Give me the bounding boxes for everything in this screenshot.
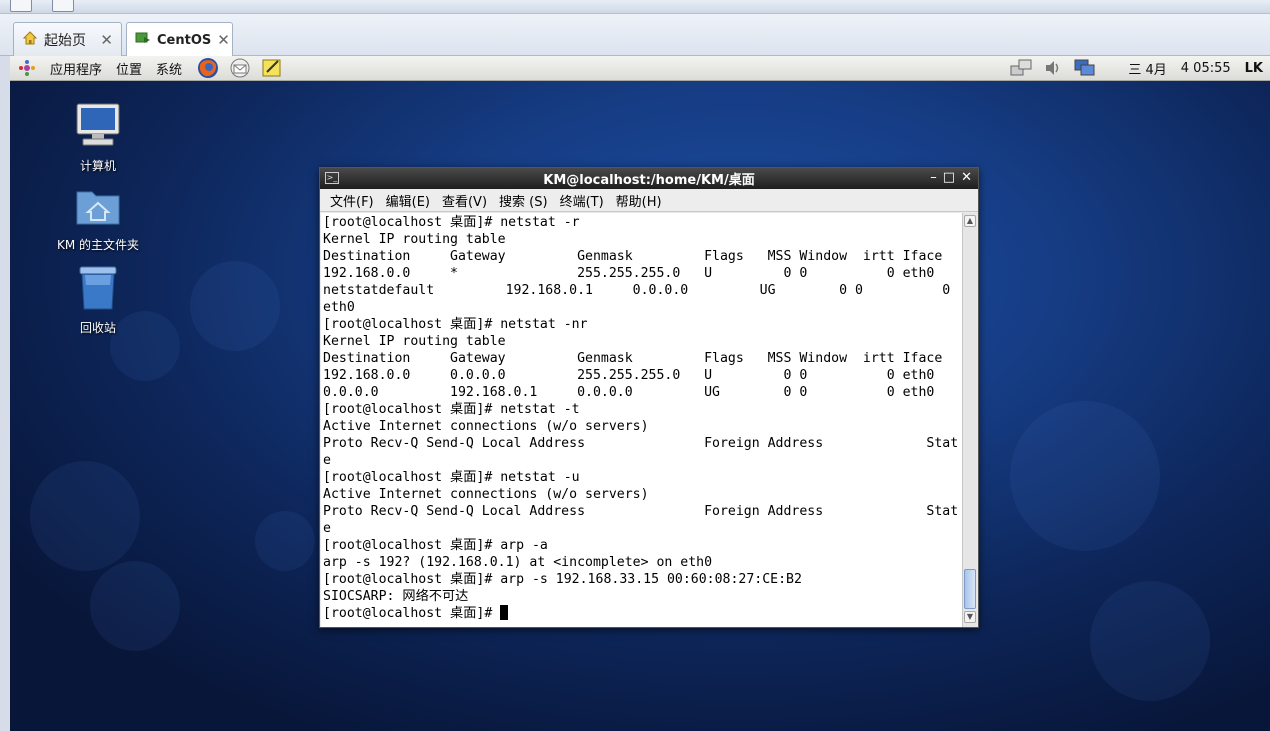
display-icon[interactable] <box>1074 57 1096 79</box>
close-icon[interactable]: ✕ <box>217 31 230 49</box>
scrollbar-thumb[interactable] <box>964 569 976 609</box>
user-menu[interactable]: LK <box>1238 61 1270 76</box>
close-icon[interactable]: ✕ <box>100 31 113 49</box>
minimize-button[interactable]: – <box>930 170 937 185</box>
terminal-line: e <box>323 453 331 468</box>
background-decoration <box>30 461 140 571</box>
menu-system[interactable]: 系统 <box>149 59 189 78</box>
computer-icon <box>74 101 122 153</box>
menu-view[interactable]: 查看(V) <box>436 191 493 210</box>
terminal-line: [root@localhost 桌面]# netstat -r <box>323 215 580 230</box>
terminal-line: 192.168.0.0 * 255.255.255.0 U 0 0 0 eth0 <box>323 266 935 281</box>
tab-label: 起始页 <box>44 32 86 49</box>
terminal-line: [root@localhost 桌面]# netstat -t <box>323 402 580 417</box>
clock-time[interactable]: 4 05:55 <box>1174 61 1238 76</box>
network-status-icon[interactable] <box>1010 57 1032 79</box>
terminal-menubar: 文件(F) 编辑(E) 查看(V) 搜索 (S) 终端(T) 帮助(H) <box>320 189 978 212</box>
terminal-prompt: [root@localhost 桌面]# <box>323 606 501 621</box>
terminal-line: Destination Gateway Genmask Flags MSS Wi… <box>323 351 943 366</box>
terminal-line: Proto Recv-Q Send-Q Local Address Foreig… <box>323 504 959 519</box>
vm-icon <box>135 30 151 50</box>
terminal-line: arp -s 192? (192.168.0.1) at <incomplete… <box>323 555 713 570</box>
scroll-up-arrow-icon[interactable]: ▲ <box>964 215 976 227</box>
terminal-line: SIOCSARP: 网络不可达 <box>323 589 469 604</box>
terminal-scrollbar[interactable]: ▲ ▼ <box>962 213 977 627</box>
desktop-icon-computer[interactable]: 计算机 <box>48 101 148 174</box>
desktop-icon-label: 计算机 <box>79 159 116 173</box>
tab-home[interactable]: 起始页 ✕ <box>13 22 122 56</box>
background-decoration <box>190 261 280 351</box>
terminal-line: Kernel IP routing table <box>323 334 506 349</box>
terminal-line: eth0 <box>323 300 355 315</box>
gnome-panel: 应用程序 位置 系统 三 4月 4 05:55 LK <box>10 56 1270 81</box>
note-icon[interactable] <box>261 57 283 79</box>
maximize-button[interactable]: □ <box>943 170 955 185</box>
terminal-prompt-line[interactable]: [root@localhost 桌面]# <box>323 605 965 622</box>
terminal-line: Active Internet connections (w/o servers… <box>323 487 649 502</box>
menu-places[interactable]: 位置 <box>109 59 149 78</box>
menu-edit[interactable]: 编辑(E) <box>380 191 436 210</box>
home-folder-icon <box>74 184 122 232</box>
gnome-foot-icon[interactable] <box>16 57 38 79</box>
terminal-line: 0.0.0.0 192.168.0.1 0.0.0.0 UG 0 0 0 eth… <box>323 385 935 400</box>
terminal-cursor <box>500 605 509 620</box>
terminal-output[interactable]: [root@localhost 桌面]# netstat -r Kernel I… <box>321 213 965 627</box>
home-icon <box>22 30 38 50</box>
desktop-icon-trash[interactable]: 回收站 <box>48 265 148 336</box>
mail-icon[interactable] <box>229 57 251 79</box>
host-toolbar <box>0 0 1270 14</box>
desktop-icon-home[interactable]: KM 的主文件夹 <box>48 184 148 253</box>
terminal-window[interactable]: >_ KM@localhost:/home/KM/桌面 – □ ✕ 文件(F) … <box>319 167 979 628</box>
menu-file[interactable]: 文件(F) <box>324 191 380 210</box>
menu-terminal[interactable]: 终端(T) <box>554 191 610 210</box>
terminal-line: [root@localhost 桌面]# arp -a <box>323 538 548 553</box>
terminal-titlebar[interactable]: >_ KM@localhost:/home/KM/桌面 – □ ✕ <box>320 168 978 189</box>
trash-icon <box>76 265 120 315</box>
firefox-icon[interactable] <box>197 57 219 79</box>
terminal-title: KM@localhost:/home/KM/桌面 <box>543 173 755 188</box>
close-button[interactable]: ✕ <box>961 170 972 185</box>
background-decoration <box>90 561 180 651</box>
terminal-line: e <box>323 521 331 536</box>
background-decoration <box>1010 401 1160 551</box>
desktop-icon-label: KM 的主文件夹 <box>56 238 140 252</box>
vm-tab-bar: 起始页 ✕ CentOS ✕ <box>0 14 1270 57</box>
terminal-line: Kernel IP routing table <box>323 232 506 247</box>
terminal-line: netstatdefault 192.168.0.1 0.0.0.0 UG 0 … <box>323 283 951 298</box>
terminal-line: [root@localhost 桌面]# netstat -nr <box>323 317 588 332</box>
tab-label: CentOS <box>157 32 212 48</box>
menu-applications[interactable]: 应用程序 <box>43 59 109 78</box>
terminal-line: 192.168.0.0 0.0.0.0 255.255.255.0 U 0 0 … <box>323 368 935 383</box>
terminal-line: Proto Recv-Q Send-Q Local Address Foreig… <box>323 436 959 451</box>
clock-weekday[interactable]: 三 4月 <box>1121 59 1173 78</box>
volume-icon[interactable] <box>1042 57 1064 79</box>
terminal-line: [root@localhost 桌面]# netstat -u <box>323 470 580 485</box>
desktop-icon-label: 回收站 <box>79 321 116 335</box>
host-toolbar-icon[interactable] <box>52 0 74 12</box>
menu-search[interactable]: 搜索 (S) <box>493 191 554 210</box>
menu-help[interactable]: 帮助(H) <box>610 191 668 210</box>
terminal-line: Active Internet connections (w/o servers… <box>323 419 649 434</box>
terminal-line: [root@localhost 桌面]# arp -s 192.168.33.1… <box>323 572 802 587</box>
background-decoration <box>1090 581 1210 701</box>
background-decoration <box>255 511 315 571</box>
tab-centos[interactable]: CentOS ✕ <box>126 22 233 57</box>
scroll-down-arrow-icon[interactable]: ▼ <box>964 611 976 623</box>
terminal-line: Destination Gateway Genmask Flags MSS Wi… <box>323 249 943 264</box>
host-toolbar-icon[interactable] <box>10 0 32 12</box>
